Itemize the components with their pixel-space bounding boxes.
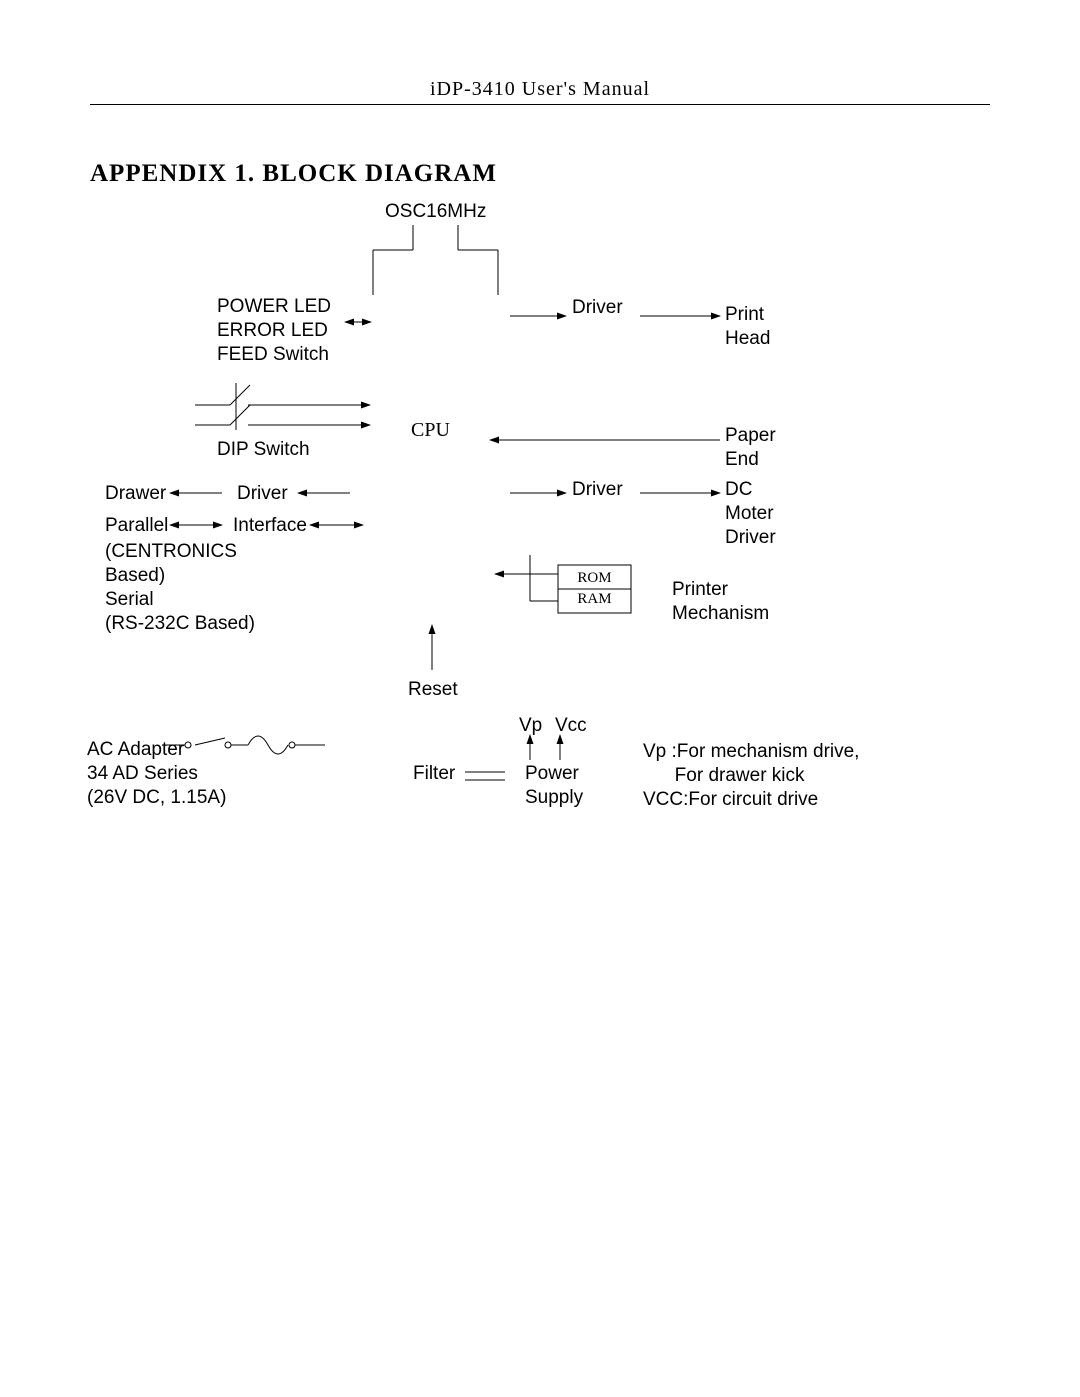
label-dip: DIP Switch [217, 438, 310, 462]
label-vcc: Vcc [555, 714, 587, 738]
label-ac-adapter: AC Adapter 34 AD Series (26V DC, 1.15A) [87, 738, 226, 810]
label-driver-top: Driver [572, 296, 623, 320]
label-leds: POWER LED ERROR LED FEED Switch [217, 295, 331, 367]
label-print-head: Print Head [725, 303, 770, 351]
label-drawer: Drawer [105, 482, 166, 506]
label-osc: OSC16MHz [385, 200, 486, 224]
label-power-supply: Power Supply [525, 762, 583, 810]
label-notes: Vp :For mechanism drive, For drawer kick… [643, 740, 859, 812]
page: iDP-3410 User's Manual APPENDIX 1. BLOCK… [0, 0, 1080, 1397]
diagram-svg [0, 0, 1080, 1397]
label-cpu: CPU [411, 418, 450, 442]
label-filter: Filter [413, 762, 455, 786]
label-centronics: (CENTRONICS Based) Serial (RS-232C Based… [105, 540, 255, 636]
label-driver-right: Driver [572, 478, 623, 502]
label-interface: Interface [233, 514, 307, 538]
label-reset: Reset [408, 678, 458, 702]
label-printer-mech: Printer Mechanism [672, 578, 769, 626]
label-ram: RAM [558, 587, 631, 611]
label-vp: Vp [519, 714, 542, 738]
label-dc-motor: DC Moter Driver [725, 478, 776, 550]
label-parallel: Parallel [105, 514, 168, 538]
label-driver-left: Driver [237, 482, 288, 506]
label-paper-end: Paper End [725, 424, 776, 472]
